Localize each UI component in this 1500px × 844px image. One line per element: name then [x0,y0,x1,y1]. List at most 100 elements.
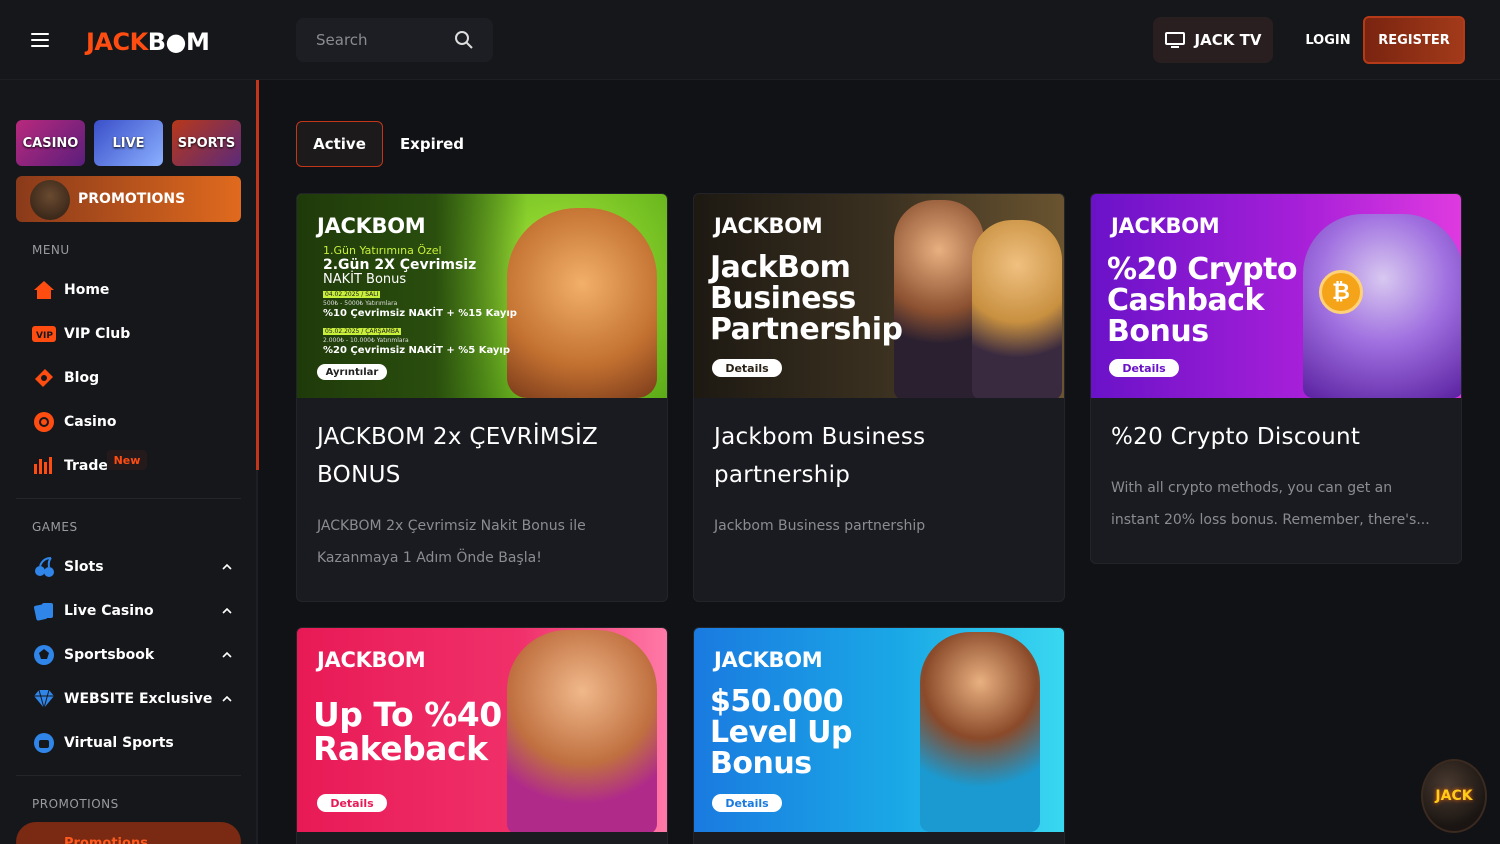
casino-tile[interactable]: CASINO [16,120,85,166]
live-tile[interactable]: LIVE [94,120,163,166]
search-icon[interactable] [454,30,474,50]
sidebar-item-label: VIP Club [64,326,131,342]
virtual-sports-icon [32,731,56,755]
promo-banner-image[interactable]: JACKBOM Up To %40 Rakeback Details [297,628,667,832]
promo-banner-image[interactable]: JACKBOM 1.Gün Yatırımına Özel 2.Gün 2X Ç… [297,194,667,398]
details-button[interactable]: Details [712,794,782,812]
sidebar-item-label: Live Casino [64,603,154,619]
tab-active[interactable]: Active [296,121,383,167]
cards-icon [32,599,56,623]
promo-banner-image[interactable]: JACKBOM JackBom Business Partnership Det… [694,194,1064,398]
promo-banner-image[interactable]: ₿ JACKBOM %20 Crypto Cashback Bonus Deta… [1091,194,1461,398]
banner-text: 500₺ - 5000₺ Yatırımlara [323,300,398,307]
promotions-section-label: PROMOTIONS [32,797,119,811]
sidebar-item-home[interactable]: Home [32,278,242,302]
logo-bomb-icon: ● [165,28,187,56]
sidebar-item-sportsbook[interactable]: Sportsbook [32,643,242,667]
promo-card[interactable]: JACKBOM Up To %40 Rakeback Details [296,627,668,844]
floating-button-label: JACK [1435,788,1473,804]
promo-card[interactable]: JACKBOM $50.000 Level Up Bonus Details [693,627,1065,844]
sidebar-item-promotions[interactable]: Promotions [16,822,241,844]
diamond-icon [32,687,56,711]
sidebar-item-label: Virtual Sports [64,735,174,751]
site-logo[interactable]: JACKB●M [86,28,210,56]
card-title[interactable]: Jackbom Business partnership [714,418,1046,494]
banner-heading: JackBom Business Partnership [710,250,903,347]
promo-card[interactable]: JACKBOM 1.Gün Yatırımına Özel 2.Gün 2X Ç… [296,193,668,602]
details-button[interactable]: Details [1109,359,1179,377]
promo-card[interactable]: ₿ JACKBOM %20 Crypto Cashback Bonus Deta… [1090,193,1462,564]
banner-brand: JACKBOM [714,214,823,238]
chart-bars-icon [32,454,56,478]
sidebar-item-blog[interactable]: Blog [32,366,242,390]
banner-character-image [507,208,657,398]
logo-text-m: M [185,28,210,56]
card-title[interactable]: %20 Crypto Discount [1111,418,1443,456]
top-header: JACKB●M JACK TV LOGIN REGISTER [0,0,1500,80]
chevron-up-icon[interactable] [222,562,232,572]
search-box [296,18,493,62]
promotions-banner-button[interactable]: PROMOTIONS [16,176,241,222]
card-description: With all crypto methods, you can get an … [1111,480,1430,528]
vip-icon: VIP [32,322,56,346]
banner-heading: $50.000 Level Up Bonus [710,684,852,781]
sidebar-item-website-exclusive[interactable]: WEBSITE Exclusive [32,687,242,711]
sidebar-item-vip-club[interactable]: VIP VIP Club [32,322,242,346]
chevron-up-icon[interactable] [222,650,232,660]
details-button[interactable]: Details [712,359,782,377]
promo-banner-image[interactable]: JACKBOM $50.000 Level Up Bonus Details [694,628,1064,832]
card-description: JACKBOM 2x Çevrimsiz Nakit Bonus ile Kaz… [317,518,586,566]
banner-text: 05.02.2025 / ÇARŞAMBA [323,328,402,335]
sidebar-item-label: Promotions [64,836,148,844]
card-title[interactable]: JACKBOM 2x ÇEVRİMSİZ BONUS [317,418,649,494]
banner-brand: JACKBOM [317,214,426,238]
sidebar-item-casino[interactable]: Casino [32,410,242,434]
banner-text: %10 Çevrimsiz NAKİT + %15 Kayıp [323,308,517,319]
menu-section-label: MENU [32,243,70,257]
sidebar-item-label: Casino [64,414,117,430]
promotions-banner-label: PROMOTIONS [78,191,186,207]
sidebar-item-label: Home [64,282,110,298]
login-button[interactable]: LOGIN [1296,17,1360,63]
home-icon [32,278,56,302]
banner-brand: JACKBOM [1111,214,1220,238]
sidebar: CASINO LIVE SPORTS PROMOTIONS MENU Home … [0,80,259,844]
banner-heading: %20 Crypto Cashback Bonus [1107,252,1298,349]
sidebar-item-live-casino[interactable]: Live Casino [32,599,242,623]
card-description: Jackbom Business partnership [714,518,926,534]
banner-heading: Up To %40 Rakeback [313,695,502,768]
banner-text: NAKİT Bonus [323,272,407,287]
search-input[interactable] [296,18,446,62]
sidebar-item-label: Blog [64,370,100,386]
banner-text: %20 Çevrimsiz NAKİT + %5 Kayıp [323,345,511,356]
floating-jack-button[interactable]: JACK [1421,759,1487,833]
tv-icon [1164,32,1185,48]
blog-icon [32,366,56,390]
hamburger-menu-icon[interactable] [31,33,49,47]
banner-character-image [972,220,1062,398]
register-button[interactable]: REGISTER [1363,16,1465,64]
sidebar-divider [16,775,241,776]
sidebar-divider [16,498,241,499]
banner-text: 2.Gün 2X Çevrimsiz [323,257,477,273]
banner-brand: JACKBOM [714,648,823,672]
logo-text-b: B [147,28,166,56]
jack-tv-button[interactable]: JACK TV [1153,17,1273,63]
banner-text: 2.000₺ - 10.000₺ Yatırımlara [323,337,409,344]
banner-brand: JACKBOM [317,648,426,672]
promo-card[interactable]: JACKBOM JackBom Business Partnership Det… [693,193,1065,602]
sidebar-item-label: WEBSITE Exclusive [64,691,213,707]
tab-expired[interactable]: Expired [390,121,474,167]
sidebar-item-label: Sportsbook [64,647,155,663]
banner-text: 1.Gün Yatırımına Özel [323,244,442,257]
sports-tile[interactable]: SPORTS [172,120,241,166]
sidebar-item-virtual-sports[interactable]: Virtual Sports [32,731,242,755]
sidebar-item-slots[interactable]: Slots [32,555,242,579]
chevron-up-icon[interactable] [222,694,232,704]
details-button[interactable]: Ayrıntılar [317,364,387,380]
sidebar-scrollbar[interactable] [256,80,259,470]
ball-icon [32,643,56,667]
chevron-up-icon[interactable] [222,606,232,616]
details-button[interactable]: Details [317,794,387,812]
bitcoin-icon: ₿ [1319,270,1363,314]
